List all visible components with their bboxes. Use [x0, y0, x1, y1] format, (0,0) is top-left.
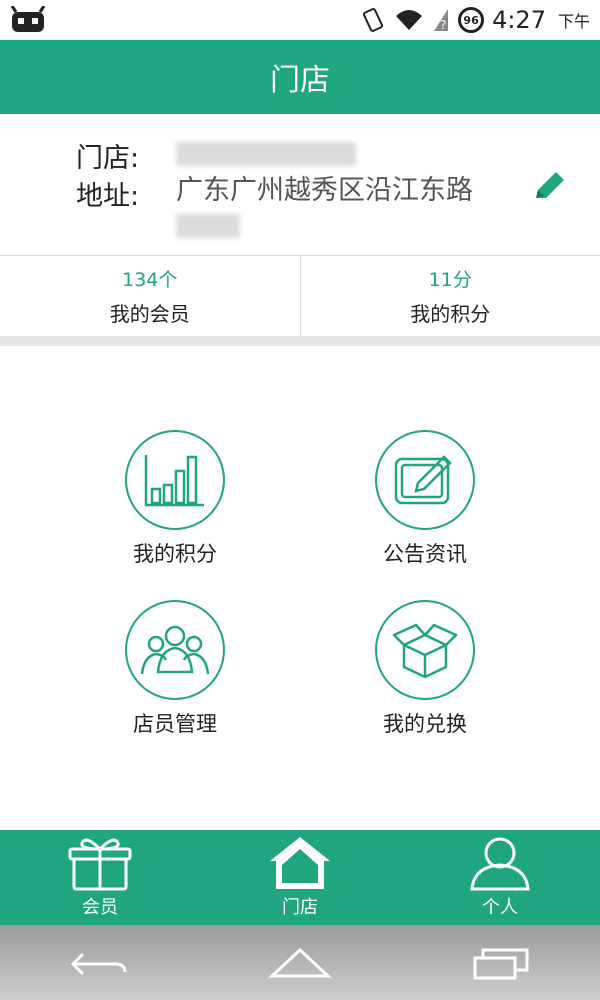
open-box-icon	[392, 623, 458, 679]
tile-label: 我的积分	[133, 542, 217, 566]
house-icon	[270, 837, 330, 889]
tile-icon-circle	[375, 600, 475, 700]
tile-my-points[interactable]: 我的积分	[75, 430, 275, 568]
home-icon[interactable]	[268, 946, 332, 980]
redacted-store-name	[176, 141, 356, 166]
clock-ampm: 下午	[557, 12, 590, 31]
nav-label: 门店	[282, 897, 318, 918]
app-header: 门店	[0, 40, 600, 114]
store-info-card: 门店: 地址: 广东广州越秀区沿江东路	[0, 114, 600, 256]
feature-grid: 我的积分 公告资讯 店员管理 我的兑换	[0, 356, 600, 830]
system-nav-bar	[0, 925, 600, 1000]
nav-store[interactable]: 门店	[200, 830, 400, 925]
note-edit-icon	[394, 455, 452, 505]
store-address-label: 地址:	[76, 181, 140, 212]
store-address-value: 广东广州越秀区沿江东路	[176, 174, 486, 242]
store-name-value	[176, 136, 496, 175]
stats-bar: 134个 我的会员 11分 我的积分	[0, 256, 600, 346]
store-address-text: 广东广州越秀区沿江东路	[176, 175, 473, 206]
person-icon	[470, 837, 530, 891]
nav-label: 会员	[82, 897, 118, 918]
stat-label: 我的会员	[109, 302, 190, 326]
tile-announcements[interactable]: 公告资讯	[325, 430, 525, 568]
tile-staff-management[interactable]: 店员管理	[75, 600, 275, 738]
battery-icon: 96	[458, 7, 485, 33]
status-bar: ? 96 4:27 下午	[0, 0, 600, 40]
nav-label: 个人	[482, 897, 518, 918]
edit-pencil-icon[interactable]	[530, 166, 570, 206]
clock: 4:27	[492, 6, 546, 34]
tile-label: 公告资讯	[383, 542, 467, 566]
stat-my-members[interactable]: 134个 我的会员	[0, 256, 300, 336]
svg-text:?: ?	[440, 18, 446, 32]
tile-label: 我的兑换	[383, 712, 467, 736]
store-address-row: 地址: 广东广州越秀区沿江东路	[76, 174, 486, 242]
vibrate-icon	[363, 8, 384, 32]
back-icon[interactable]	[69, 946, 129, 980]
staff-group-icon	[140, 625, 210, 675]
nav-personal[interactable]: 个人	[400, 830, 600, 925]
tile-label: 店员管理	[133, 712, 217, 736]
wifi-icon	[396, 10, 423, 30]
recent-apps-icon[interactable]	[471, 946, 531, 980]
redacted-address-detail	[176, 213, 240, 238]
tile-icon-circle	[125, 600, 225, 700]
page-title: 门店	[270, 63, 330, 98]
bar-chart-icon	[144, 455, 204, 507]
tile-icon-circle	[125, 430, 225, 530]
gift-icon	[68, 838, 132, 891]
stat-label: 我的积分	[410, 302, 491, 326]
signal-unknown-icon: ?	[434, 9, 449, 32]
tile-my-exchange[interactable]: 我的兑换	[325, 600, 525, 738]
store-name-label: 门店:	[76, 143, 140, 174]
stat-my-points[interactable]: 11分 我的积分	[299, 256, 600, 336]
android-robot-icon	[10, 6, 46, 32]
tile-icon-circle	[375, 430, 475, 530]
bottom-nav: 会员 门店 个人	[0, 830, 600, 925]
nav-members[interactable]: 会员	[0, 830, 200, 925]
stat-value: 11分	[428, 269, 472, 291]
store-name-row: 门店:	[76, 136, 496, 175]
stat-value: 134个	[122, 269, 178, 291]
